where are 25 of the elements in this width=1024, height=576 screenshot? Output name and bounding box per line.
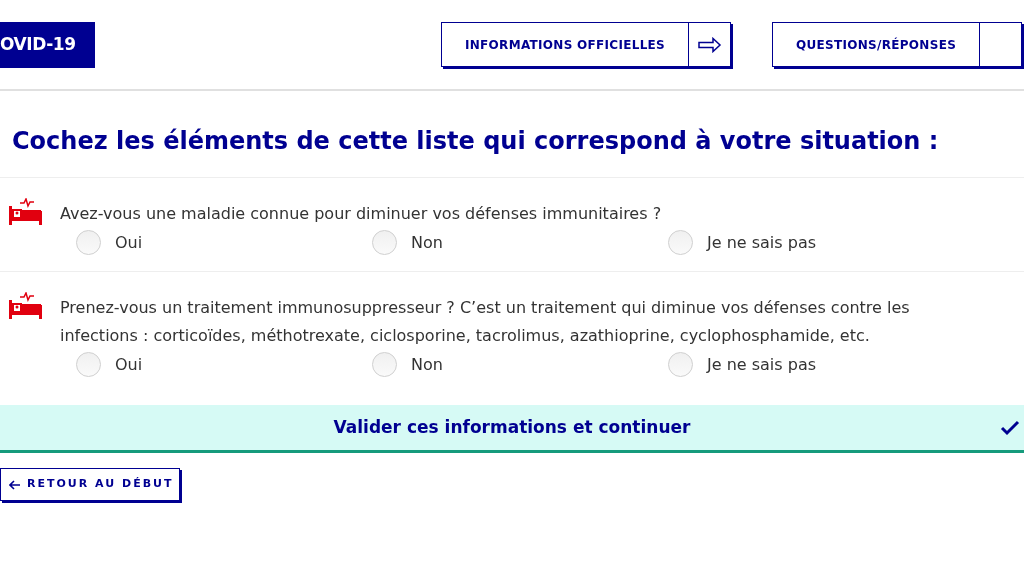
radio-option[interactable]: Non: [372, 352, 668, 377]
radio-option[interactable]: Je ne sais pas: [668, 352, 964, 377]
nav-link-button[interactable]: QUESTIONS/RÉPONSES: [772, 22, 1023, 67]
bed-icon: [8, 292, 44, 320]
arrow-right-icon: [697, 36, 722, 53]
question-text: Avez-vous une maladie connue pour diminuer vos défenses immunitaires ?: [60, 203, 662, 225]
page-heading: Cochez les éléments de cette liste qui correspond à votre situation :: [0, 91, 1024, 178]
radio-button[interactable]: [76, 352, 101, 377]
radio-option[interactable]: Non: [372, 230, 668, 255]
arrow-left-icon: [9, 479, 21, 490]
back-button[interactable]: RETOUR AU DÉBUT: [0, 468, 180, 501]
radio-button[interactable]: [668, 230, 693, 255]
radio-button[interactable]: [372, 230, 397, 255]
radio-button[interactable]: [668, 352, 693, 377]
submit-button[interactable]: Valider ces informations et continuer: [0, 405, 1024, 453]
radio-button[interactable]: [76, 230, 101, 255]
radio-button[interactable]: [372, 352, 397, 377]
site-badge: OVID-19: [0, 21, 95, 68]
radio-option[interactable]: Oui: [76, 352, 372, 377]
radio-option[interactable]: Oui: [76, 230, 372, 255]
question-text: Prenez-vous un traitement immunosuppresseur ? C’est un traitement qui diminue vos défenses contre les infections : corticoïdes, méthotrexate, ciclosporine, tacrolimus, azathioprine, cyclophosphamide, etc.: [60, 297, 911, 347]
nav-link-button[interactable]: INFORMATIONS OFFICIELLES: [441, 22, 732, 67]
check-icon: [1000, 420, 1020, 436]
radio-option[interactable]: Je ne sais pas: [668, 230, 964, 255]
bed-icon: [8, 198, 44, 226]
